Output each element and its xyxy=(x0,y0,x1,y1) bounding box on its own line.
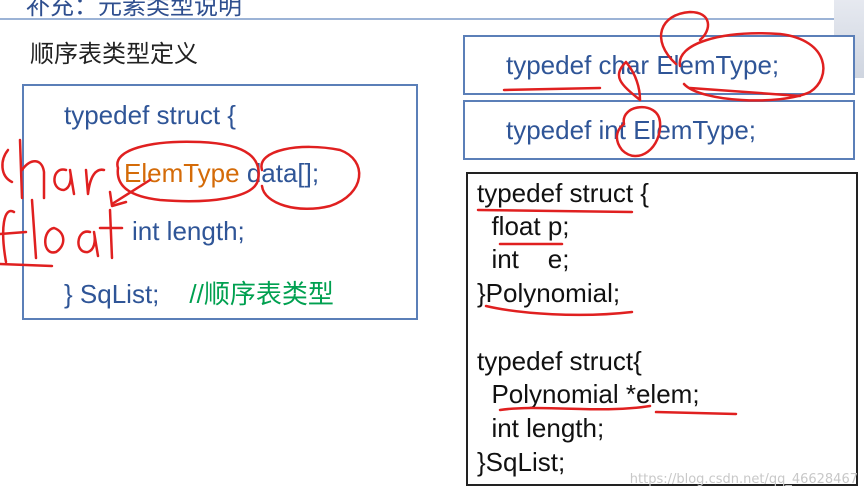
polynomial-underline xyxy=(484,304,634,317)
handwritten-annotations xyxy=(0,10,825,416)
hw-underline xyxy=(0,262,54,268)
struct-underline xyxy=(476,208,634,214)
elem-underline xyxy=(654,410,738,416)
hw-float-stroke-5 xyxy=(77,230,100,258)
arrow-stroke xyxy=(110,178,152,206)
char-to-int-link xyxy=(617,60,642,102)
int-circle xyxy=(615,105,662,158)
polynomial-elem-underline xyxy=(498,404,652,412)
hw-char-stroke-5 xyxy=(84,168,106,196)
hw-float-stroke-1 xyxy=(1,209,16,264)
elemtype-circle xyxy=(116,140,260,203)
char-underline xyxy=(502,86,602,92)
hw-float-stroke-3 xyxy=(30,198,38,260)
char-curl xyxy=(659,10,710,66)
char-elemtype-circle xyxy=(678,32,825,102)
hw-char-stroke-3 xyxy=(20,160,46,200)
hw-char-stroke-1 xyxy=(1,148,14,184)
hw-float-stroke-4 xyxy=(44,226,65,254)
data-circle xyxy=(260,145,361,210)
hw-char-stroke-4 xyxy=(53,168,76,196)
hw-float-stroke-6 xyxy=(108,208,114,260)
